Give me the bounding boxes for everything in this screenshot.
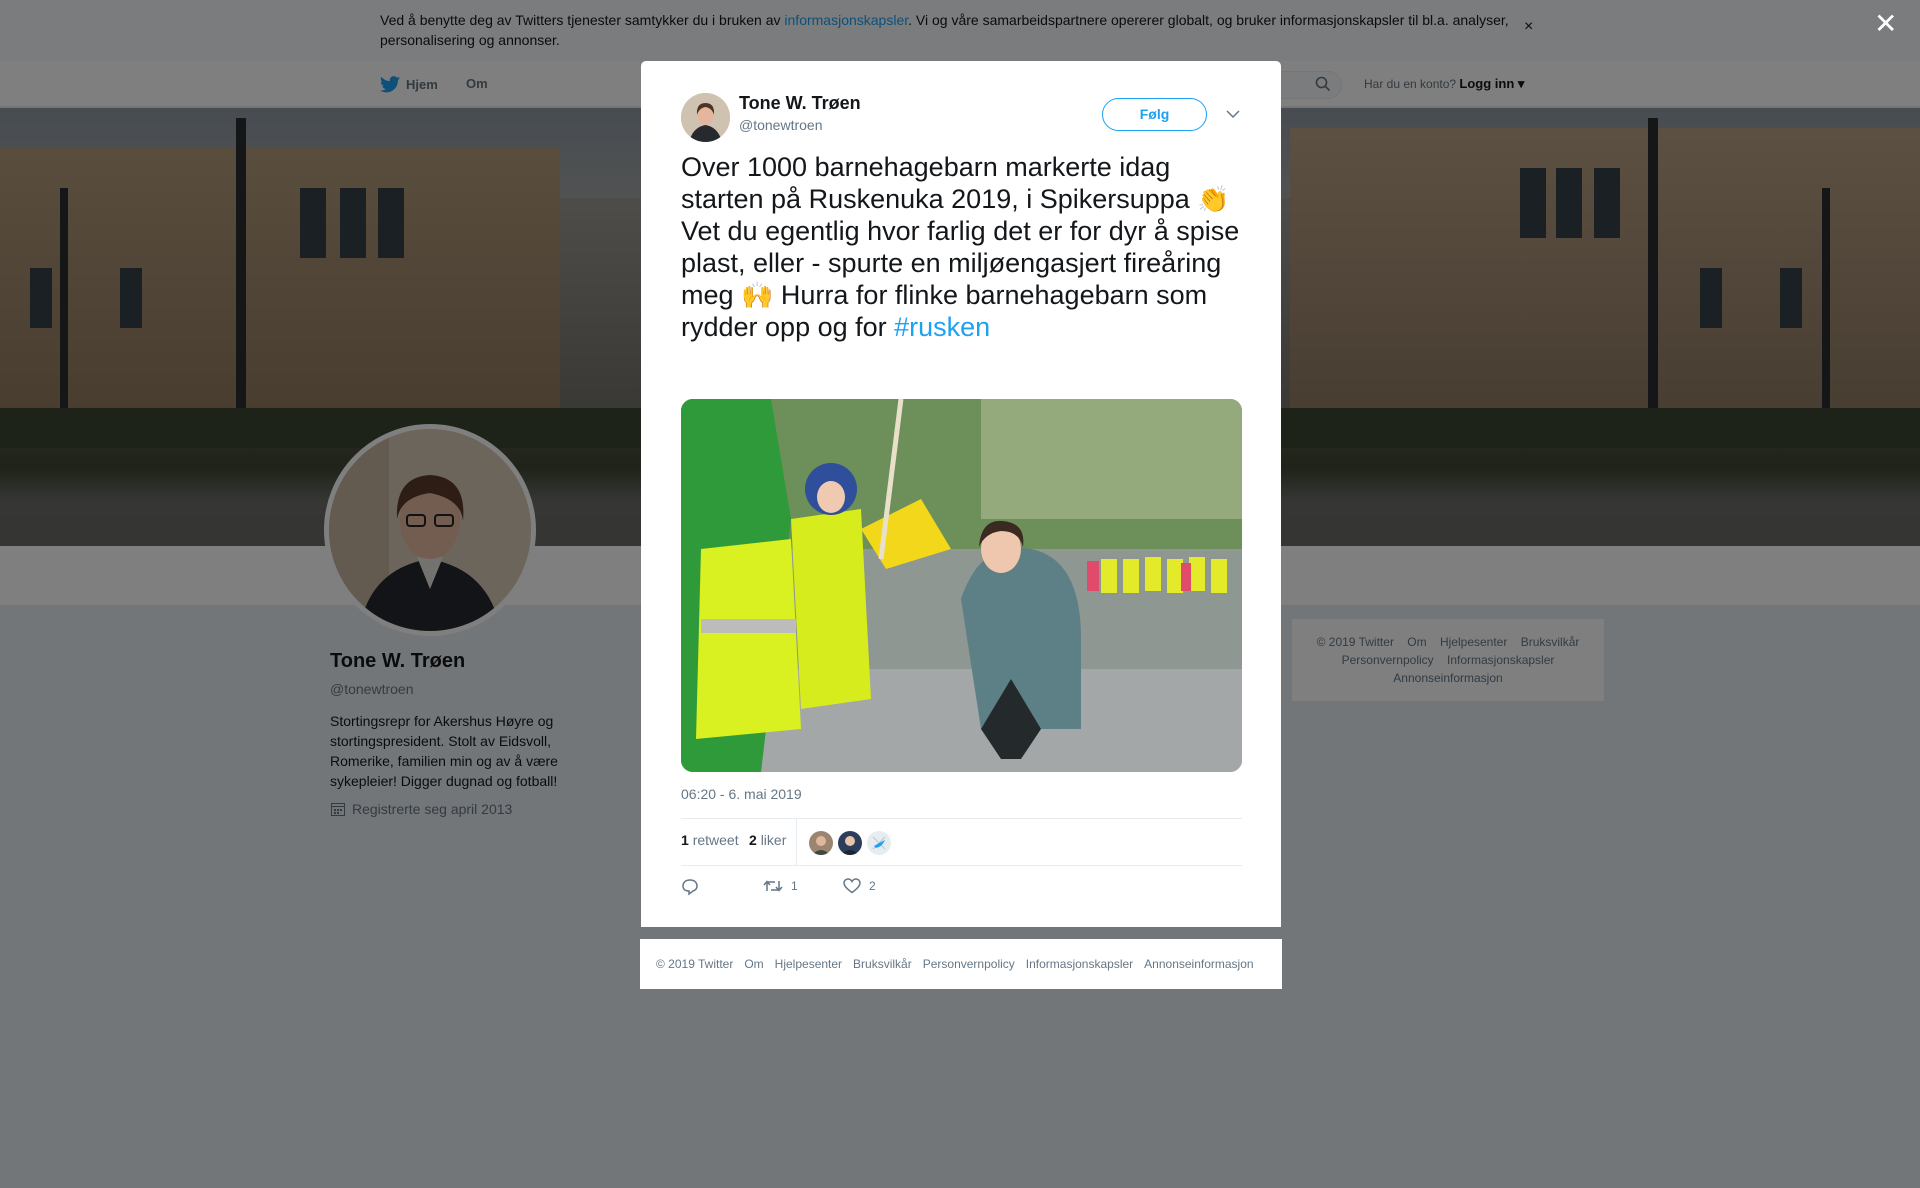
tweet-avatar[interactable] <box>681 93 730 142</box>
tweet-author-name[interactable]: Tone W. Trøen <box>739 93 861 114</box>
retweet-stat[interactable]: 1 retweet <box>681 832 739 848</box>
retweet-icon <box>763 880 783 892</box>
footer-link-cookies[interactable]: Informasjonskapsler <box>1026 957 1133 971</box>
stats-divider <box>796 819 797 865</box>
like-action-count: 2 <box>869 879 876 893</box>
chevron-down-icon[interactable] <box>1226 106 1240 122</box>
modal-footer: © 2019 Twitter Om Hjelpesenter Bruksvilk… <box>640 939 1282 989</box>
footer-link-privacy[interactable]: Personvernpolicy <box>923 957 1015 971</box>
like-stat[interactable]: 2 liker <box>749 832 786 848</box>
tweet-stats: 1 retweet 2 liker <box>681 818 1242 866</box>
reply-button[interactable] <box>681 878 699 896</box>
like-count: 2 <box>749 832 757 848</box>
footer-copyright: © 2019 Twitter <box>656 957 734 971</box>
raising-hands-icon: 🙌 <box>741 280 774 310</box>
footer-link-help[interactable]: Hjelpesenter <box>775 957 842 971</box>
tweet-actions: 1 2 <box>681 878 1241 902</box>
reply-icon <box>682 879 698 896</box>
tweet-photo[interactable] <box>681 399 1242 772</box>
liker-avatar[interactable] <box>867 831 891 855</box>
like-button[interactable]: 2 <box>843 878 876 894</box>
tweet-text: Over 1000 barnehagebarn markerte idag st… <box>681 151 1241 343</box>
tweet-timestamp[interactable]: 06:20 - 6. mai 2019 <box>681 786 802 802</box>
clapping-hands-icon: 👏 <box>1197 184 1230 214</box>
close-icon[interactable]: ✕ <box>1874 10 1897 38</box>
footer-link-terms[interactable]: Bruksvilkår <box>853 957 912 971</box>
retweet-count: 1 <box>681 832 689 848</box>
follow-button[interactable]: Følg <box>1102 98 1207 131</box>
liker-avatar[interactable] <box>809 831 833 855</box>
footer-link-about[interactable]: Om <box>744 957 763 971</box>
hashtag-link[interactable]: #rusken <box>894 312 990 342</box>
tweet-text-part1: Over 1000 barnehagebarn markerte idag st… <box>681 152 1198 214</box>
tweet-author-handle[interactable]: @tonewtroen <box>739 117 822 133</box>
heart-icon <box>843 878 861 894</box>
like-label: liker <box>760 832 787 848</box>
retweet-button[interactable]: 1 <box>763 878 798 894</box>
retweet-label: retweet <box>692 832 739 848</box>
retweet-action-count: 1 <box>791 879 798 893</box>
footer-link-ads[interactable]: Annonseinformasjon <box>1144 957 1253 971</box>
liker-avatar[interactable] <box>838 831 862 855</box>
tweet-modal: Tone W. Trøen @tonewtroen Følg Over 1000… <box>641 61 1281 927</box>
